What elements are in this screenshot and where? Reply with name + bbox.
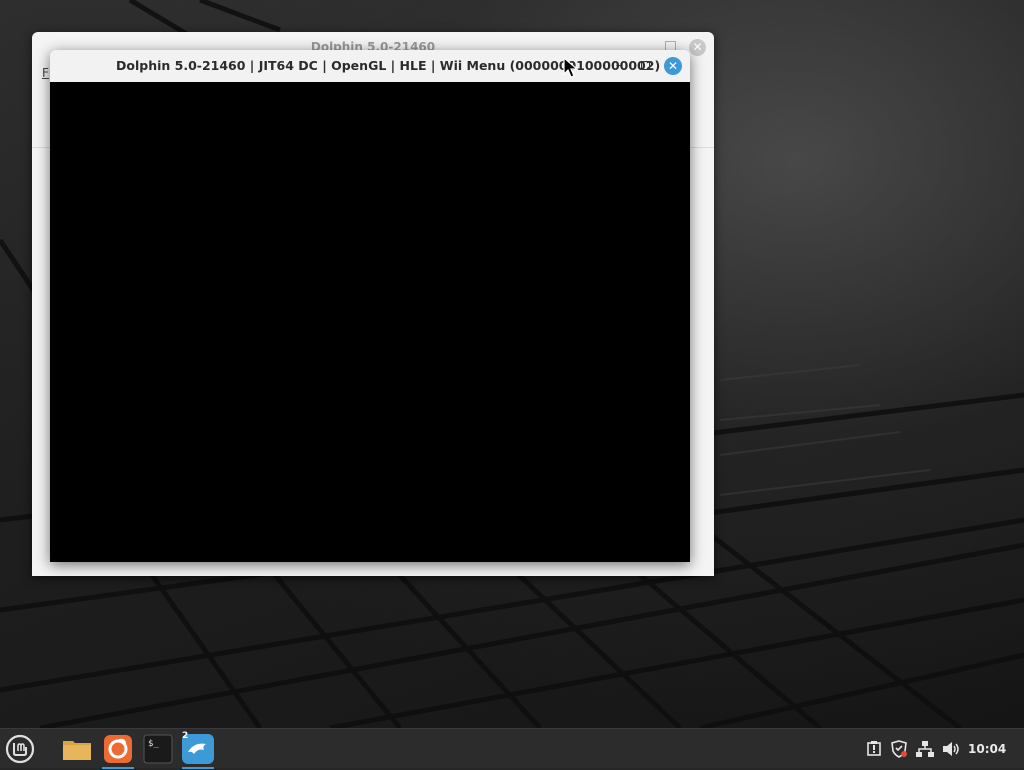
terminal-icon: $_ <box>143 734 173 764</box>
close-button[interactable]: ✕ <box>664 57 682 75</box>
mint-menu-button[interactable] <box>2 732 38 766</box>
game-render-canvas[interactable] <box>50 82 690 562</box>
close-icon[interactable]: ✕ <box>689 39 706 56</box>
mouse-cursor-icon <box>563 57 579 78</box>
network-icon[interactable] <box>915 739 935 759</box>
folder-icon <box>63 741 91 760</box>
files-launcher[interactable] <box>59 732 95 766</box>
firefox-icon <box>104 735 132 763</box>
terminal-launcher[interactable]: $_ <box>140 732 176 766</box>
terminal-prompt: $_ <box>148 739 159 749</box>
render-window-titlebar[interactable]: Dolphin 5.0-21460 | JIT64 DC | OpenGL | … <box>50 50 690 82</box>
dolphin-render-window[interactable]: Dolphin 5.0-21460 | JIT64 DC | OpenGL | … <box>50 50 690 562</box>
security-shield-icon[interactable] <box>890 739 908 759</box>
minimize-button[interactable]: – <box>613 59 625 73</box>
menu-file[interactable]: F <box>42 66 49 80</box>
linux-mint-logo-icon <box>5 734 35 764</box>
volume-icon[interactable] <box>941 739 961 759</box>
window-count-badge: 2 <box>182 731 189 741</box>
firefox-launcher[interactable] <box>100 732 136 769</box>
update-manager-icon[interactable] <box>866 739 882 759</box>
taskbar: $_ 2 10:04 <box>0 728 1024 769</box>
dolphin-launcher[interactable]: 2 <box>180 731 216 769</box>
maximize-button[interactable] <box>641 61 650 70</box>
clock[interactable]: 10:04 <box>968 729 1006 769</box>
